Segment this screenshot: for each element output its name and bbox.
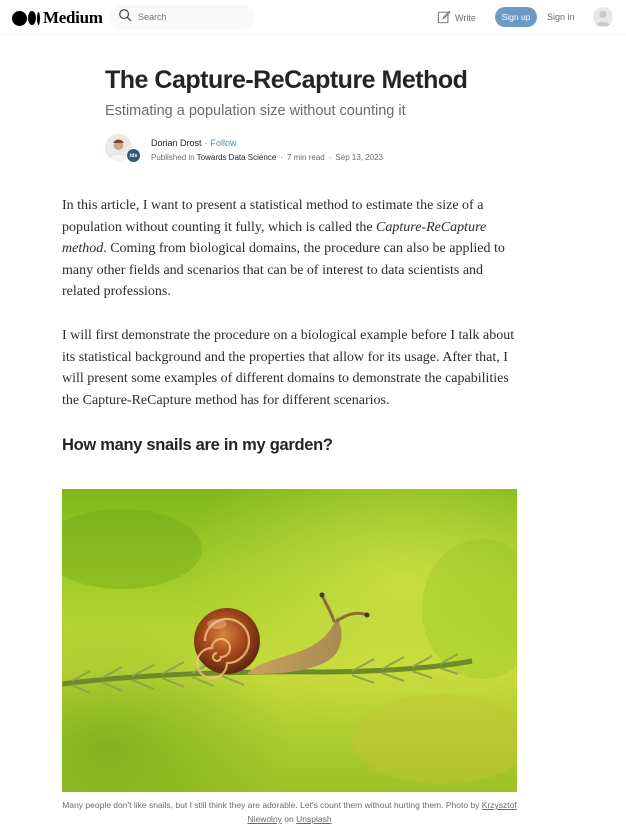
- publication-badge[interactable]: tds: [126, 148, 141, 163]
- author-name[interactable]: Dorian Drost: [151, 138, 202, 148]
- paragraph-intro-text-2: . Coming from biological domains, the pr…: [62, 241, 505, 299]
- photo-caption: Many people don't like snails, but I sti…: [62, 798, 517, 826]
- article-title: The Capture-ReCapture Method: [105, 66, 468, 94]
- follow-link[interactable]: Follow: [211, 138, 237, 148]
- top-navigation: Medium Write Sign up Sign in: [0, 0, 626, 35]
- snail-photo: [62, 489, 517, 792]
- write-label: Write: [455, 13, 476, 23]
- sign-in-link[interactable]: Sign in: [547, 12, 575, 22]
- read-time: 7 min read: [286, 153, 325, 162]
- logo-text: Medium: [43, 8, 103, 27]
- published-in-label: Published in: [151, 153, 195, 162]
- write-icon: [437, 10, 451, 26]
- caption-on: on: [281, 814, 297, 824]
- medium-logo[interactable]: Medium: [12, 8, 103, 28]
- article-meta: Published in Towards Data Science · 7 min …: [151, 153, 384, 162]
- paragraph-outline: I will first demonstrate the procedure o…: [62, 328, 515, 408]
- publication-link[interactable]: Towards Data Science: [197, 153, 277, 162]
- paragraph-intro: In this article, I want to present a sta…: [62, 195, 522, 303]
- search-input[interactable]: [138, 12, 248, 22]
- user-avatar-icon[interactable]: [593, 7, 613, 27]
- caption-text: Many people don't like snails, but I sti…: [62, 800, 482, 810]
- unsplash-link[interactable]: Unsplash: [296, 814, 331, 824]
- author-line: Dorian Drost · Follow: [151, 138, 237, 148]
- article-subtitle: Estimating a population size without cou…: [105, 103, 406, 119]
- medium-logo-icon: [12, 10, 40, 26]
- search-box[interactable]: [110, 5, 255, 29]
- search-icon: [118, 8, 132, 27]
- section-heading: How many snails are in my garden?: [62, 436, 333, 454]
- write-button[interactable]: Write: [437, 10, 476, 26]
- publish-date: Sep 13, 2023: [335, 153, 384, 162]
- sign-up-button[interactable]: Sign up: [495, 7, 537, 27]
